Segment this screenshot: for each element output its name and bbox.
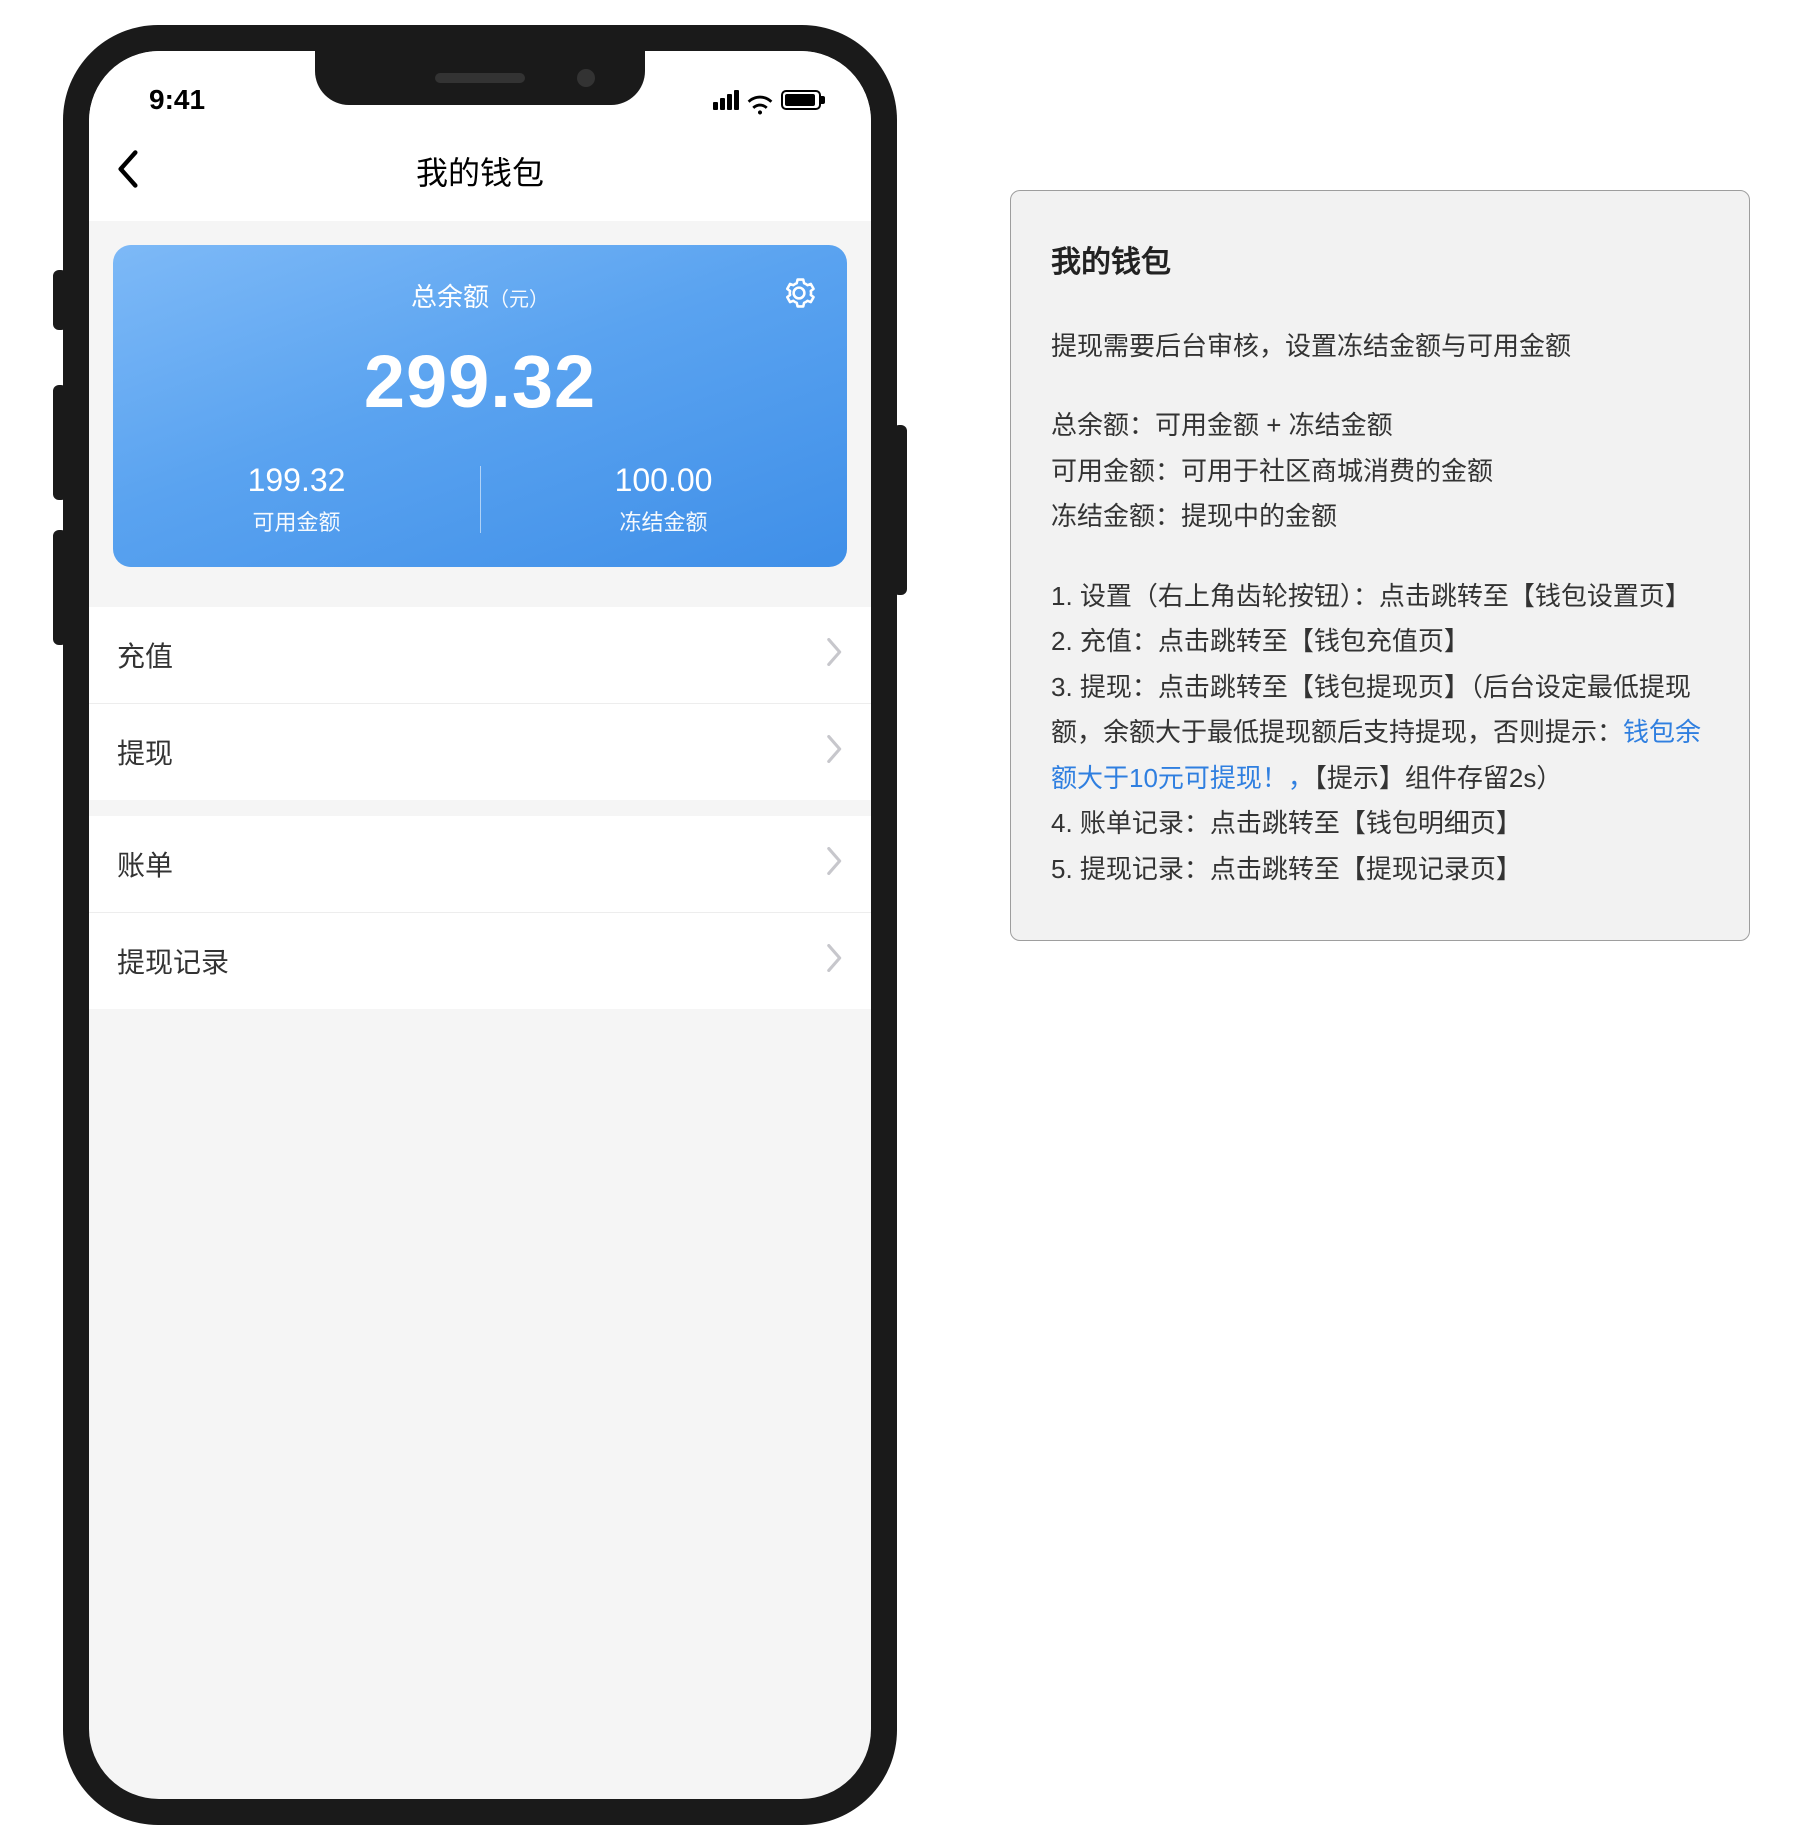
spec-step-3: 3. 提现：点击跳转至【钱包提现页】（后台设定最低提现额，余额大于最低提现额后支… xyxy=(1051,665,1709,802)
phone-notch xyxy=(315,51,645,105)
spec-def-available: 可用金额：可用于社区商城消费的金额 xyxy=(1051,449,1709,495)
spec-panel: 我的钱包 提现需要后台审核，设置冻结金额与可用金额 总余额：可用金额 + 冻结金… xyxy=(1010,190,1750,941)
balance-title-unit: （元） xyxy=(489,289,549,311)
status-time: 9:41 xyxy=(149,84,205,116)
notch-camera xyxy=(577,69,595,87)
spec-definitions: 总余额：可用金额 + 冻结金额 可用金额：可用于社区商城消费的金额 冻结金额：提… xyxy=(1051,403,1709,540)
available-label: 可用金额 xyxy=(113,505,480,537)
signal-icon xyxy=(713,90,739,110)
menu-item-bills[interactable]: 账单 xyxy=(89,816,871,913)
spec-intro: 提现需要后台审核，设置冻结金额与可用金额 xyxy=(1051,324,1709,370)
chevron-right-icon xyxy=(827,735,843,770)
frozen-label: 冻结金额 xyxy=(480,505,847,537)
spec-step-1: 1. 设置（右上角齿轮按钮）：点击跳转至【钱包设置页】 xyxy=(1051,574,1709,620)
menu-item-label: 账单 xyxy=(117,844,173,884)
gear-icon xyxy=(782,276,816,310)
phone-frame: 9:41 我的钱包 xyxy=(63,25,897,1825)
spec-def-total: 总余额：可用金额 + 冻结金额 xyxy=(1051,403,1709,449)
battery-icon xyxy=(781,90,821,110)
menu-item-label: 提现 xyxy=(117,732,173,772)
menu-item-topup[interactable]: 充值 xyxy=(89,607,871,704)
balance-total: 299.32 xyxy=(113,339,847,424)
frozen-balance: 100.00 冻结金额 xyxy=(480,462,847,537)
chevron-right-icon xyxy=(827,847,843,882)
spec-steps: 1. 设置（右上角齿轮按钮）：点击跳转至【钱包设置页】 2. 充值：点击跳转至【… xyxy=(1051,574,1709,893)
nav-header: 我的钱包 xyxy=(89,121,871,221)
chevron-right-icon xyxy=(827,944,843,979)
menu-item-withdraw-history[interactable]: 提现记录 xyxy=(89,913,871,1009)
spec-step-2: 2. 充值：点击跳转至【钱包充值页】 xyxy=(1051,619,1709,665)
spec-def-frozen: 冻结金额：提现中的金额 xyxy=(1051,494,1709,540)
available-balance: 199.32 可用金额 xyxy=(113,462,480,537)
balance-card: 总余额（元） 299.32 199.32 可用金 xyxy=(113,245,847,567)
menu-item-label: 提现记录 xyxy=(117,941,229,981)
menu-group-1: 充值 提现 xyxy=(89,607,871,800)
status-icons xyxy=(713,90,821,110)
page-title: 我的钱包 xyxy=(89,148,871,194)
balance-title: 总余额（元） xyxy=(411,277,549,314)
phone-mockup: 9:41 我的钱包 xyxy=(55,25,905,1825)
chevron-right-icon xyxy=(827,638,843,673)
spec-step-4: 4. 账单记录：点击跳转至【钱包明细页】 xyxy=(1051,801,1709,847)
wifi-icon xyxy=(747,90,773,110)
phone-screen: 9:41 我的钱包 xyxy=(89,51,871,1799)
spec-step-5: 5. 提现记录：点击跳转至【提现记录页】 xyxy=(1051,847,1709,893)
frozen-value: 100.00 xyxy=(480,462,847,499)
spec-step-3-pre: 3. 提现：点击跳转至【钱包提现页】（后台设定最低提现额，余额大于最低提现额后支… xyxy=(1051,672,1691,748)
spec-title: 我的钱包 xyxy=(1051,237,1709,290)
menu-item-withdraw[interactable]: 提现 xyxy=(89,704,871,800)
notch-speaker xyxy=(435,73,525,83)
back-button[interactable] xyxy=(117,150,139,193)
balance-title-text: 总余额 xyxy=(411,282,489,312)
available-value: 199.32 xyxy=(113,462,480,499)
spec-step-3-post: 【提示】组件存留2s） xyxy=(1314,763,1562,793)
menu-item-label: 充值 xyxy=(117,635,173,675)
settings-button[interactable] xyxy=(779,273,819,313)
menu-group-2: 账单 提现记录 xyxy=(89,816,871,1009)
